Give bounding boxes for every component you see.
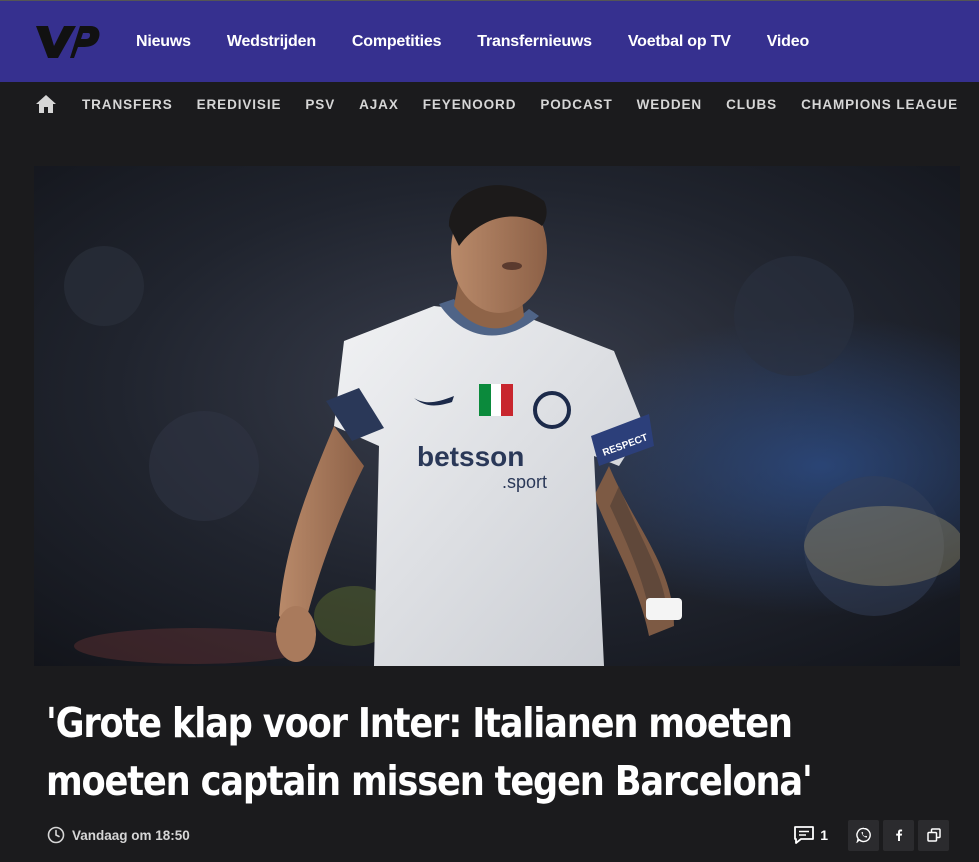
category-ajax[interactable]: AJAX	[359, 97, 399, 112]
main-nav-voetbal-op-tv[interactable]: Voetbal op TV	[628, 33, 731, 51]
category-podcast[interactable]: PODCAST	[540, 97, 612, 112]
category-clubs[interactable]: CLUBS	[726, 97, 777, 112]
main-nav-competities[interactable]: Competities	[352, 33, 442, 51]
category-feyenoord[interactable]: FEYENOORD	[423, 97, 517, 112]
vp-logo[interactable]	[34, 22, 100, 62]
top-navigation-bar: Nieuws Wedstrijden Competities Transfern…	[0, 0, 979, 82]
category-eredivisie[interactable]: EREDIVISIE	[197, 97, 282, 112]
share-copy-link-button[interactable]	[918, 819, 949, 851]
share-facebook-button[interactable]	[883, 819, 914, 851]
comment-count: 1	[820, 827, 828, 843]
main-nav-nieuws[interactable]: Nieuws	[136, 33, 191, 51]
main-nav-video[interactable]: Video	[767, 33, 809, 51]
clock-icon	[47, 826, 65, 844]
copy-link-icon	[926, 828, 941, 842]
category-transfers[interactable]: TRANSFERS	[82, 97, 173, 112]
comment-icon	[794, 826, 815, 844]
main-nav-transfernieuws[interactable]: Transfernieuws	[477, 33, 592, 51]
article-headline: 'Grote klap voor Inter: Italianen moeten…	[46, 694, 906, 810]
category-nav: TRANSFERS EREDIVISIE PSV AJAX FEYENOORD …	[82, 82, 979, 126]
category-champions-league[interactable]: CHAMPIONS LEAGUE	[801, 97, 958, 112]
article-actions: 1	[793, 819, 949, 851]
article-time: Vandaag om 18:50	[72, 827, 190, 843]
article-hero-image: RESPECT betsson .sport	[34, 166, 960, 666]
main-nav: Nieuws Wedstrijden Competities Transfern…	[136, 1, 845, 83]
player-photo: RESPECT betsson .sport	[34, 166, 960, 666]
shirt-sponsor-sub: .sport	[502, 472, 547, 492]
shirt-sponsor: betsson	[417, 441, 524, 472]
facebook-icon	[895, 829, 902, 841]
comments-link[interactable]: 1	[793, 825, 828, 845]
share-whatsapp-button[interactable]	[848, 819, 879, 851]
whatsapp-icon	[855, 827, 871, 843]
article-timestamp: Vandaag om 18:50	[47, 824, 190, 846]
headline-line-1: 'Grote klap voor Inter: Italianen moeten	[46, 699, 793, 747]
category-wedden[interactable]: WEDDEN	[637, 97, 702, 112]
category-psv[interactable]: PSV	[305, 97, 335, 112]
main-nav-wedstrijden[interactable]: Wedstrijden	[227, 33, 316, 51]
home-icon[interactable]	[35, 93, 57, 115]
headline-line-2: moeten captain missen tegen Barcelona'	[46, 757, 813, 805]
